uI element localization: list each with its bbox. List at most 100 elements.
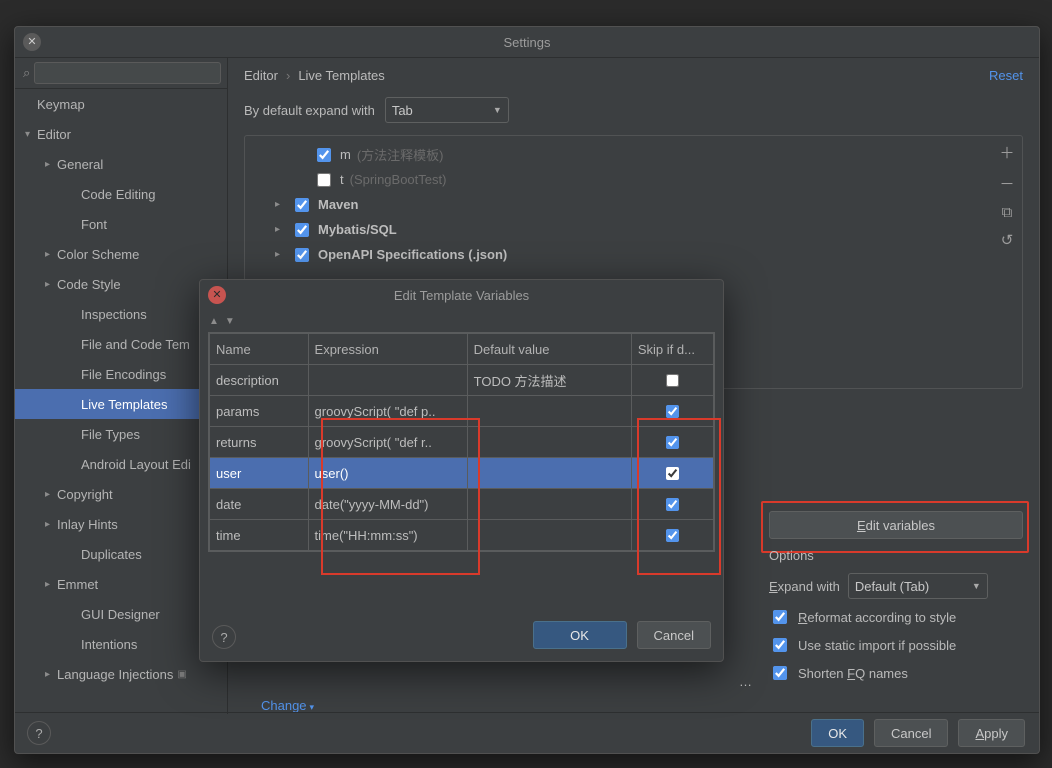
add-icon[interactable]: ＋ bbox=[999, 142, 1014, 163]
template-item[interactable]: ▸Maven bbox=[245, 192, 992, 217]
cell-default[interactable]: TODO 方法描述 bbox=[467, 365, 631, 396]
sidebar-item-gui-designer[interactable]: GUI Designer bbox=[15, 599, 227, 629]
search-input[interactable] bbox=[34, 62, 221, 84]
template-checkbox[interactable] bbox=[295, 248, 309, 262]
sidebar-item-code-editing[interactable]: Code Editing bbox=[15, 179, 227, 209]
sidebar-item-label: Android Layout Edi bbox=[81, 457, 191, 472]
cell-default[interactable] bbox=[467, 520, 631, 551]
table-row[interactable]: datedate("yyyy-MM-dd") bbox=[210, 489, 714, 520]
cell-skip[interactable] bbox=[631, 396, 713, 427]
cell-expr[interactable]: date("yyyy-MM-dd") bbox=[308, 489, 467, 520]
template-item[interactable]: t(SpringBootTest) bbox=[245, 167, 992, 192]
skip-checkbox[interactable] bbox=[666, 405, 679, 418]
cell-name[interactable]: user bbox=[210, 458, 309, 489]
skip-checkbox[interactable] bbox=[666, 498, 679, 511]
edit-variables-button[interactable]: Edit variables bbox=[769, 511, 1023, 539]
sidebar-item-inspections[interactable]: Inspections bbox=[15, 299, 227, 329]
cell-name[interactable]: description bbox=[210, 365, 309, 396]
cell-name[interactable]: params bbox=[210, 396, 309, 427]
sidebar-item-font[interactable]: Font bbox=[15, 209, 227, 239]
sidebar-item-color-scheme[interactable]: Color Scheme bbox=[15, 239, 227, 269]
cell-skip[interactable] bbox=[631, 458, 713, 489]
copy-icon[interactable]: ⧉ bbox=[1002, 204, 1013, 221]
change-link[interactable]: Change bbox=[261, 698, 314, 713]
cell-default[interactable] bbox=[467, 489, 631, 520]
col-def[interactable]: Default value bbox=[467, 334, 631, 365]
dialog-footer: ? OK Cancel Apply bbox=[15, 712, 1039, 753]
sidebar-item-file-and-code-tem[interactable]: File and Code Tem bbox=[15, 329, 227, 359]
expand-label: By default expand with bbox=[244, 103, 375, 118]
cell-skip[interactable] bbox=[631, 427, 713, 458]
col-expr[interactable]: Expression bbox=[308, 334, 467, 365]
template-checkbox[interactable] bbox=[317, 148, 331, 162]
skip-checkbox[interactable] bbox=[666, 529, 679, 542]
cell-expr[interactable] bbox=[308, 365, 467, 396]
expand-combo[interactable]: Tab ▼ bbox=[385, 97, 509, 123]
sidebar-item-emmet[interactable]: Emmet bbox=[15, 569, 227, 599]
cell-default[interactable] bbox=[467, 427, 631, 458]
static-import-checkbox[interactable] bbox=[773, 638, 787, 652]
sidebar-item-copyright[interactable]: Copyright bbox=[15, 479, 227, 509]
variables-table[interactable]: Name Expression Default value Skip if d.… bbox=[208, 332, 715, 552]
table-row[interactable]: timetime("HH:mm:ss") bbox=[210, 520, 714, 551]
ok-button[interactable]: OK bbox=[811, 719, 864, 747]
cell-skip[interactable] bbox=[631, 520, 713, 551]
remove-icon[interactable]: － bbox=[999, 173, 1014, 194]
skip-checkbox[interactable] bbox=[666, 436, 679, 449]
col-name[interactable]: Name bbox=[210, 334, 309, 365]
dialog-ok-button[interactable]: OK bbox=[533, 621, 627, 649]
cell-name[interactable]: time bbox=[210, 520, 309, 551]
template-item[interactable]: ▸Mybatis/SQL bbox=[245, 217, 992, 242]
sidebar-item-code-style[interactable]: Code Style bbox=[15, 269, 227, 299]
reformat-checkbox[interactable] bbox=[773, 610, 787, 624]
cell-expr[interactable]: groovyScript( "def p.. bbox=[308, 396, 467, 427]
help-icon[interactable]: ? bbox=[27, 721, 51, 745]
cell-name[interactable]: date bbox=[210, 489, 309, 520]
apply-button[interactable]: Apply bbox=[958, 719, 1025, 747]
sidebar-item-duplicates[interactable]: Duplicates bbox=[15, 539, 227, 569]
sidebar-item-android-layout-edi[interactable]: Android Layout Edi bbox=[15, 449, 227, 479]
sidebar-item-intentions[interactable]: Intentions bbox=[15, 629, 227, 659]
reset-link[interactable]: Reset bbox=[989, 68, 1023, 83]
move-up-icon[interactable]: ▲ bbox=[209, 316, 219, 327]
template-checkbox[interactable] bbox=[317, 173, 331, 187]
sidebar-item-general[interactable]: General bbox=[15, 149, 227, 179]
cell-name[interactable]: returns bbox=[210, 427, 309, 458]
sidebar-item-label: Code Style bbox=[57, 277, 121, 292]
table-row[interactable]: useruser() bbox=[210, 458, 714, 489]
table-row[interactable]: returnsgroovyScript( "def r.. bbox=[210, 427, 714, 458]
sidebar-item-file-types[interactable]: File Types bbox=[15, 419, 227, 449]
shorten-checkbox[interactable] bbox=[773, 666, 787, 680]
template-checkbox[interactable] bbox=[295, 198, 309, 212]
template-checkbox[interactable] bbox=[295, 223, 309, 237]
sidebar-item-file-encodings[interactable]: File Encodings bbox=[15, 359, 227, 389]
cell-default[interactable] bbox=[467, 396, 631, 427]
cell-expr[interactable]: time("HH:mm:ss") bbox=[308, 520, 467, 551]
breadcrumb-a[interactable]: Editor bbox=[244, 68, 278, 83]
sidebar-item-keymap[interactable]: Keymap bbox=[15, 89, 227, 119]
revert-icon[interactable]: ↺ bbox=[1001, 231, 1014, 249]
template-item[interactable]: ▸OpenAPI Specifications (.json) bbox=[245, 242, 992, 267]
close-icon[interactable]: ✕ bbox=[23, 33, 41, 51]
sidebar-item-editor[interactable]: Editor bbox=[15, 119, 227, 149]
dialog-cancel-button[interactable]: Cancel bbox=[637, 621, 711, 649]
help-icon[interactable]: ? bbox=[212, 625, 236, 649]
cell-skip[interactable] bbox=[631, 489, 713, 520]
cell-expr[interactable]: user() bbox=[308, 458, 467, 489]
col-skip[interactable]: Skip if d... bbox=[631, 334, 713, 365]
cancel-button[interactable]: Cancel bbox=[874, 719, 948, 747]
table-row[interactable]: description TODO 方法描述 bbox=[210, 365, 714, 396]
skip-checkbox[interactable] bbox=[666, 374, 679, 387]
sidebar-item-language-injections[interactable]: Language Injections▣ bbox=[15, 659, 227, 689]
sidebar-item-live-templates[interactable]: Live Templates bbox=[15, 389, 227, 419]
cell-default[interactable] bbox=[467, 458, 631, 489]
move-down-icon[interactable]: ▼ bbox=[225, 316, 235, 327]
template-item[interactable]: m(方法注释模板) bbox=[245, 142, 992, 167]
close-icon[interactable]: ✕ bbox=[208, 286, 226, 304]
cell-skip[interactable] bbox=[631, 365, 713, 396]
cell-expr[interactable]: groovyScript( "def r.. bbox=[308, 427, 467, 458]
table-row[interactable]: paramsgroovyScript( "def p.. bbox=[210, 396, 714, 427]
skip-checkbox[interactable] bbox=[666, 467, 679, 480]
expand-with-combo[interactable]: Default (Tab) ▼ bbox=[848, 573, 988, 599]
sidebar-item-inlay-hints[interactable]: Inlay Hints bbox=[15, 509, 227, 539]
